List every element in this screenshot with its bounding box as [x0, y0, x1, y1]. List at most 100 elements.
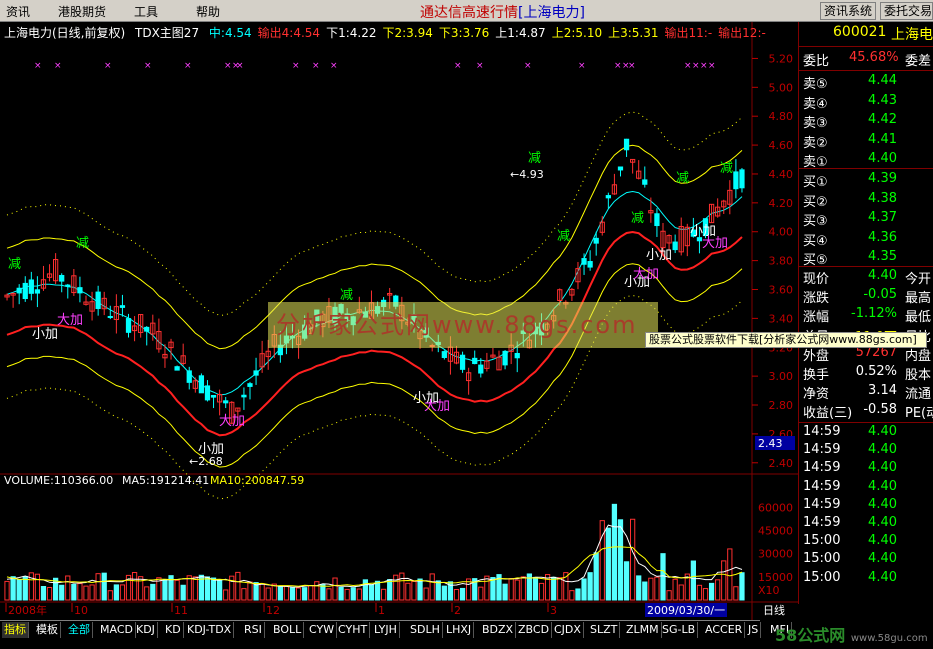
ask-row: 卖② 4.41 [801, 132, 933, 151]
tab-kd[interactable]: KD [163, 622, 184, 638]
volume-bar [368, 584, 375, 601]
trade-button[interactable]: 委托交易 [880, 2, 933, 20]
volume-bar [210, 577, 217, 601]
bid-row-value: 4.35 [868, 249, 897, 264]
volume-bar [696, 584, 703, 601]
volume-bar [387, 579, 393, 601]
tab-boll[interactable]: BOLL [271, 622, 305, 638]
volume-ma10-line [6, 546, 743, 587]
volume-bar [538, 582, 545, 601]
date-tick-label: 3 [550, 604, 557, 617]
weibi-value: 45.68% [849, 50, 899, 65]
volume-ma10-label: MA10:200847.59 [210, 474, 304, 487]
tab-zlmm[interactable]: ZLMM [624, 622, 662, 638]
volume-bar [89, 584, 95, 601]
volume-bar [320, 583, 326, 601]
tick-row-label: 14:59 [803, 496, 841, 512]
tab-slzt[interactable]: SLZT [588, 622, 621, 638]
tab-rsi[interactable]: RSI [242, 622, 265, 638]
weibi-label: 委比 [803, 54, 830, 69]
volume-bar [180, 584, 186, 601]
tab-指标[interactable]: 指标 [2, 622, 29, 638]
volume-bar [186, 575, 192, 601]
legend-item: 中:4.54 [208, 26, 252, 40]
tab-kdj-tdx[interactable]: KDJ-TDX [185, 622, 235, 638]
volume-bar [289, 587, 296, 601]
candle-body [733, 171, 739, 190]
menu-item-info[interactable]: 资讯 [6, 3, 30, 20]
volume-bar [131, 572, 138, 601]
tick-row-value: 4.40 [868, 442, 897, 458]
menu-item-tools[interactable]: 工具 [134, 3, 158, 20]
stat-row-value: -0.58 [863, 402, 897, 418]
small-add-signal: 小加 [32, 327, 58, 342]
tab-lyjh[interactable]: LYJH [372, 622, 400, 638]
info-system-button[interactable]: 资讯系统 [820, 2, 877, 20]
candle-body [198, 375, 205, 394]
menu-item-hk-futures[interactable]: 港股期货 [58, 3, 106, 20]
legend-item: 下3:3.76 [438, 26, 490, 40]
bid-row-label: 买② [803, 194, 828, 210]
price-tick-label: 4.80 [769, 110, 794, 123]
tick-row-value: 4.40 [868, 551, 897, 567]
tab-全部[interactable]: 全部 [66, 622, 93, 638]
volume-bar [417, 578, 423, 601]
candle-body [174, 366, 180, 371]
candle-body [204, 385, 211, 401]
tab-macd[interactable]: MACD [98, 622, 136, 638]
tick-row-value: 4.40 [868, 515, 897, 530]
legend-item: 输出12:- [718, 26, 766, 40]
candle-body [587, 261, 593, 268]
tick-row-value: 4.40 [868, 569, 897, 585]
menu-item-help[interactable]: 帮助 [196, 3, 220, 20]
watermark-overlay: 分析家公式网www.88gs.com [268, 302, 658, 348]
tab-cyht[interactable]: CYHT [336, 622, 371, 638]
volume-tick-label: 45000 [758, 525, 793, 538]
candle-body [593, 237, 599, 244]
tab-cyw[interactable]: CYW [307, 622, 338, 638]
tick-row-value: 4.40 [868, 478, 897, 494]
candle-body [125, 318, 132, 333]
volume-bar [660, 553, 666, 601]
weicha-label: 委差 [905, 54, 932, 69]
stat-row: 净资 3.14 流通 [801, 383, 933, 402]
volume-ma5-label: MA5:191214.41 [122, 474, 209, 487]
volume-bar [362, 579, 369, 601]
ad-banner[interactable]: 股票公式股票软件下载[分析家公式网www.88gs.com] [645, 332, 927, 348]
candle-body [28, 279, 34, 294]
signal-marker: × [236, 61, 244, 71]
tab-lhxj[interactable]: LHXJ [444, 622, 475, 638]
tab-sg-lb[interactable]: SG-LB [660, 622, 699, 638]
legend-item: 输出4:4.54 [257, 26, 321, 40]
volume-ma5-line [6, 524, 743, 588]
stat-row-value: 0.52% [855, 364, 897, 379]
ask-row-value: 4.40 [868, 151, 897, 166]
candle-body [144, 326, 150, 332]
tab-kdj[interactable]: KDJ [134, 622, 158, 638]
signal-marker: × [692, 61, 700, 71]
volume-bar [380, 588, 387, 601]
bid-row-value: 4.37 [868, 210, 897, 225]
stat-row-value: 4.40 [868, 268, 897, 283]
tab-模板[interactable]: 模板 [34, 622, 61, 638]
volume-bar [332, 577, 338, 601]
volume-bar [715, 579, 721, 601]
candle-body [95, 291, 101, 309]
volume-bar [277, 585, 283, 601]
volume-bar [77, 583, 83, 601]
tab-zbcd[interactable]: ZBCD [516, 622, 553, 638]
volume-bar [423, 587, 429, 601]
tab-accer[interactable]: ACCER [703, 622, 746, 638]
price-tick-label: 4.60 [769, 139, 794, 152]
tab-sdlh[interactable]: SDLH [408, 622, 443, 638]
candle-body [459, 354, 466, 370]
volume-bar [514, 579, 520, 601]
tab-cjdx[interactable]: CJDX [552, 622, 584, 638]
volume-bar [721, 560, 727, 601]
tab-bdzx[interactable]: BDZX [480, 622, 517, 638]
tab-js[interactable]: JS [746, 622, 762, 638]
volume-bar [708, 582, 715, 601]
tick-row: 14:59 4.40 [801, 515, 933, 533]
volume-bar [508, 578, 514, 601]
bid-row-value: 4.36 [868, 229, 897, 245]
